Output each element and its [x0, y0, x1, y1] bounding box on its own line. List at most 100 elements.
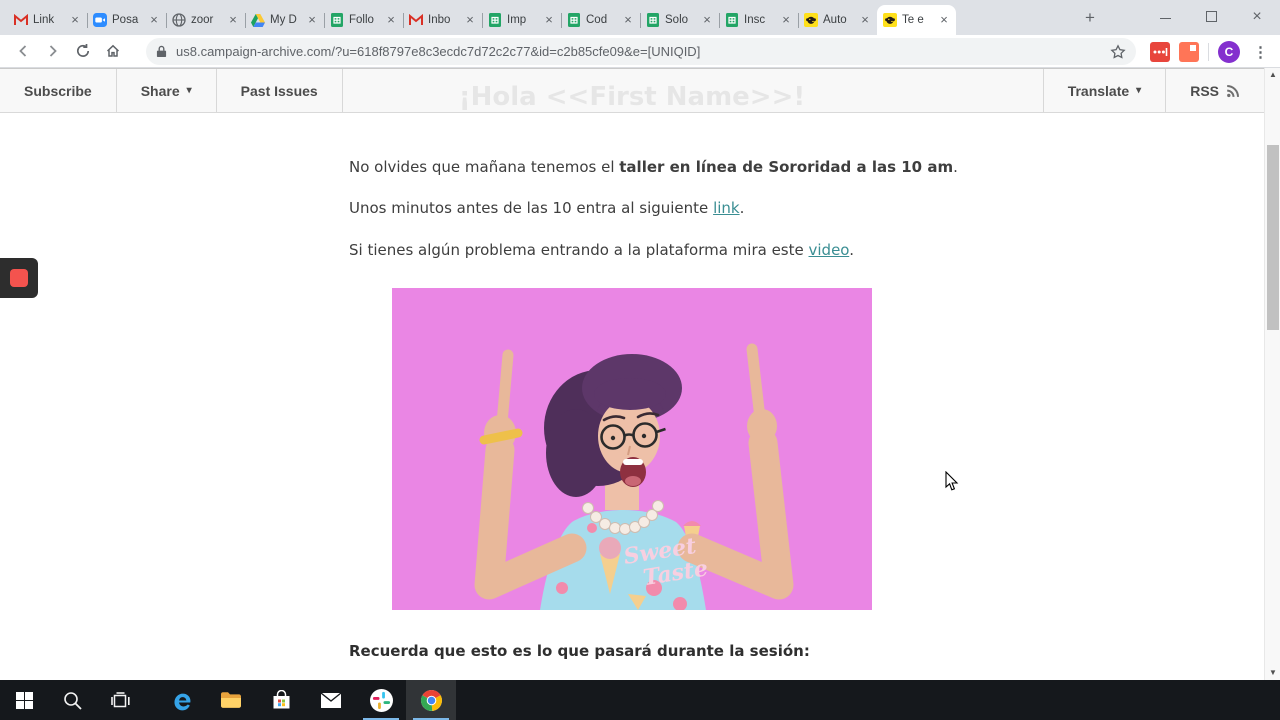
- profile-avatar[interactable]: C: [1218, 40, 1240, 63]
- rss-icon: [1226, 84, 1240, 98]
- divider: [1208, 42, 1209, 61]
- zoom-icon: [92, 13, 107, 28]
- screen: Link × Posa × zoor × My D × Follo × Inbo…: [0, 0, 1280, 720]
- task-view-button[interactable]: [96, 680, 144, 720]
- feedback-widget-tab[interactable]: [0, 258, 38, 298]
- chrome-taskbar-icon[interactable]: [406, 680, 456, 720]
- rss-button[interactable]: RSS: [1166, 69, 1264, 112]
- tab-close-icon[interactable]: ×: [147, 13, 161, 27]
- share-dropdown[interactable]: Share ▾: [117, 69, 217, 112]
- globe-icon: [171, 13, 186, 28]
- slack-taskbar-icon[interactable]: [356, 680, 406, 720]
- subscribe-button[interactable]: Subscribe: [0, 69, 117, 112]
- campaign-archive-header: Subscribe Share ▾ Past Issues Translate ▾ …: [0, 68, 1264, 113]
- start-button[interactable]: [0, 680, 48, 720]
- taskbar-gap: [144, 680, 156, 720]
- back-button[interactable]: [8, 37, 38, 65]
- tab-title: zoor: [191, 14, 214, 26]
- tab-close-icon[interactable]: ×: [937, 13, 951, 27]
- browser-menu-icon[interactable]: ⋮: [1249, 43, 1272, 61]
- browser-tab[interactable]: Imp ×: [482, 5, 562, 35]
- gmail-icon: [13, 13, 28, 28]
- tab-close-icon[interactable]: ×: [858, 13, 872, 27]
- sheets-icon: [487, 13, 502, 28]
- browser-tab[interactable]: My D ×: [245, 5, 325, 35]
- scroll-down-icon[interactable]: ▼: [1265, 666, 1280, 680]
- mailchimp-icon: [882, 13, 897, 28]
- bookmark-star-icon[interactable]: [1110, 43, 1126, 60]
- browser-tab[interactable]: Posa ×: [87, 5, 167, 35]
- file-explorer-taskbar-icon[interactable]: [206, 680, 256, 720]
- tab-title: Solo: [665, 14, 689, 26]
- tab-title: Follo: [349, 14, 374, 26]
- browser-tab[interactable]: Cod ×: [561, 5, 641, 35]
- minimize-button[interactable]: [1142, 0, 1188, 33]
- translate-dropdown[interactable]: Translate ▾: [1042, 69, 1167, 112]
- toolbar-right: C ⋮: [1150, 35, 1272, 68]
- browser-tab[interactable]: zoor ×: [166, 5, 246, 35]
- tab-close-icon[interactable]: ×: [68, 13, 82, 27]
- browser-tab-strip: Link × Posa × zoor × My D × Follo × Inbo…: [0, 0, 1280, 35]
- meeting-link[interactable]: link: [713, 199, 740, 217]
- tab-close-icon[interactable]: ×: [226, 13, 240, 27]
- mail-taskbar-icon[interactable]: [306, 680, 356, 720]
- mouse-cursor: [945, 470, 959, 497]
- sheets-icon: [724, 13, 739, 28]
- tab-title: Inbo: [428, 14, 451, 26]
- sheets-icon: [329, 13, 344, 28]
- maximize-button[interactable]: [1188, 0, 1234, 33]
- workshop-highlight: taller en línea de Sororidad a las 10 am: [619, 158, 954, 176]
- tab-title: Auto: [823, 14, 847, 26]
- edge-taskbar-icon[interactable]: [156, 680, 206, 720]
- browser-toolbar: us8.campaign-archive.com/?u=618f8797e8c3…: [0, 35, 1280, 68]
- address-bar[interactable]: us8.campaign-archive.com/?u=618f8797e8c3…: [146, 38, 1136, 65]
- browser-tab[interactable]: Link ×: [8, 5, 88, 35]
- tab-title: Link: [33, 14, 55, 26]
- tab-title: Posa: [112, 14, 139, 26]
- browser-tab[interactable]: Follo ×: [324, 5, 404, 35]
- paragraph-join: Unos minutos antes de las 10 entra al si…: [349, 199, 745, 217]
- video-link[interactable]: video: [809, 241, 850, 259]
- store-taskbar-icon[interactable]: [256, 680, 306, 720]
- url-text[interactable]: us8.campaign-archive.com/?u=618f8797e8c3…: [176, 44, 1104, 59]
- forward-button[interactable]: [38, 37, 68, 65]
- page-scrollbar[interactable]: ▲ ▼: [1264, 68, 1280, 680]
- search-button[interactable]: [48, 680, 96, 720]
- tab-close-icon[interactable]: ×: [621, 13, 635, 27]
- close-window-button[interactable]: ×: [1234, 0, 1280, 33]
- extension-red-icon[interactable]: [1150, 41, 1170, 62]
- scrollbar-thumb[interactable]: [1267, 145, 1279, 330]
- reload-button[interactable]: [68, 37, 98, 65]
- extension-orange-icon[interactable]: [1179, 41, 1199, 62]
- browser-tab[interactable]: Inbo ×: [403, 5, 483, 35]
- browser-tab[interactable]: Insc ×: [719, 5, 799, 35]
- sheets-icon: [645, 13, 660, 28]
- browser-tab-active[interactable]: Te e ×: [877, 5, 956, 35]
- past-issues-button[interactable]: Past Issues: [217, 69, 343, 112]
- tab-title: My D: [270, 14, 297, 26]
- tab-close-icon[interactable]: ×: [779, 13, 793, 27]
- browser-tab[interactable]: Solo ×: [640, 5, 720, 35]
- closing-line: Recuerda que esto es lo que pasará duran…: [349, 642, 810, 660]
- mailchimp-icon: [803, 13, 818, 28]
- web-page: ¡Hola <<First Name>>! Subscribe Share▾ P…: [0, 68, 1280, 680]
- hero-image-woman-pointing: Sweet Taste: [392, 288, 872, 611]
- chevron-down-icon: ▾: [1136, 85, 1142, 96]
- lock-icon: [156, 45, 167, 58]
- tab-title: Cod: [586, 14, 608, 26]
- drive-icon: [250, 13, 265, 28]
- tab-close-icon[interactable]: ×: [384, 13, 398, 27]
- tab-close-icon[interactable]: ×: [542, 13, 556, 27]
- header-spacer: [343, 69, 1043, 112]
- tab-title: Te e: [902, 14, 924, 26]
- home-button[interactable]: [98, 37, 128, 65]
- tab-close-icon[interactable]: ×: [463, 13, 477, 27]
- browser-tab[interactable]: Auto ×: [798, 5, 878, 35]
- chevron-down-icon: ▾: [186, 85, 192, 96]
- new-tab-button[interactable]: +: [1078, 8, 1102, 28]
- tab-close-icon[interactable]: ×: [305, 13, 319, 27]
- windows-taskbar: ESP 5:20 p. m. 23/08/2019 1: [0, 680, 1280, 720]
- tab-close-icon[interactable]: ×: [700, 13, 714, 27]
- scroll-up-icon[interactable]: ▲: [1265, 68, 1280, 82]
- tab-title: Insc: [744, 14, 766, 26]
